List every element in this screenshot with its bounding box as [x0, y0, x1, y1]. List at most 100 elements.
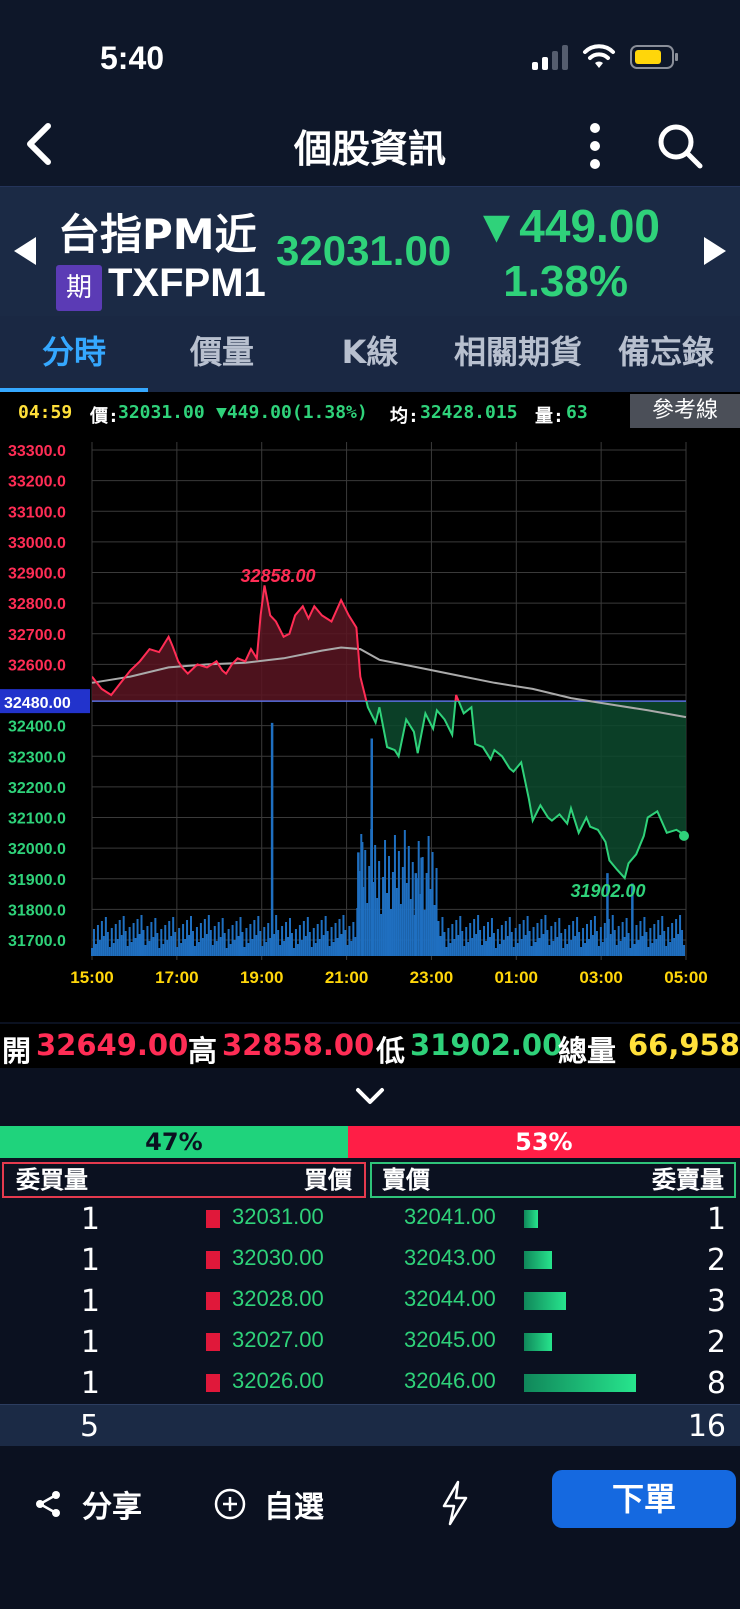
bid-volume: 1: [80, 1202, 100, 1237]
bid-price: 32031.00: [232, 1204, 324, 1229]
status-bar: 5:40: [0, 0, 740, 110]
buy-sell-ratio-bar: 47% 53%: [0, 1126, 740, 1158]
tab-memo[interactable]: 備忘錄: [592, 316, 740, 392]
lightning-icon[interactable]: [440, 1480, 470, 1526]
y-axis-tick-label: 32600.0: [8, 657, 66, 674]
orderbook-row[interactable]: 1 32026.00 32046.00 8: [0, 1364, 740, 1404]
share-label: 分享: [82, 1490, 142, 1525]
orderbook-bid-header: 委買量 買價: [2, 1162, 366, 1198]
y-axis-tick-label: 33300.0: [8, 443, 66, 460]
bid-volume-bar: [206, 1333, 220, 1351]
add-watchlist-button[interactable]: 自選: [214, 1482, 324, 1526]
bid-volume-header: 委買量: [16, 1166, 88, 1194]
info-volume-value: 63: [566, 402, 588, 423]
bid-volume: 1: [80, 1243, 100, 1278]
expand-section: [0, 1068, 740, 1126]
bid-volume: 1: [80, 1325, 100, 1360]
ask-volume-bar: [524, 1210, 538, 1228]
ask-price: 32043.00: [404, 1245, 496, 1270]
tab-intraday[interactable]: 分時: [0, 316, 148, 392]
total-volume-label: 總量: [558, 1034, 617, 1068]
y-axis-tick-label: 32900.0: [8, 566, 66, 583]
bid-price: 32027.00: [232, 1327, 324, 1352]
bid-price-header: 買價: [304, 1166, 352, 1194]
high-label: 高: [188, 1034, 218, 1068]
bid-volume: 1: [80, 1366, 100, 1401]
status-time: 5:40: [100, 40, 165, 76]
page-title: 個股資訊: [293, 127, 446, 171]
orderbook-row[interactable]: 1 32031.00 32041.00 1: [0, 1200, 740, 1240]
x-axis-tick-label: 17:00: [155, 968, 198, 987]
bid-price: 32030.00: [232, 1245, 324, 1270]
low-price-annotation: 31902.00: [570, 881, 645, 901]
orderbook-row[interactable]: 1 32027.00 32045.00 2: [0, 1323, 740, 1363]
orderbook-row[interactable]: 1 32028.00 32044.00 3: [0, 1282, 740, 1322]
x-axis-tick-label: 15:00: [70, 968, 113, 987]
chevron-down-icon[interactable]: [0, 1068, 740, 1126]
search-icon[interactable]: [652, 118, 708, 174]
y-axis-tick-label: 31800.0: [8, 902, 66, 919]
high-price-annotation: 32858.00: [240, 566, 315, 586]
info-avg-value: 32428.015: [420, 402, 518, 423]
ask-volume: 1: [706, 1202, 726, 1237]
total-volume-value: 66,958: [628, 1028, 740, 1062]
add-circle-icon: [214, 1488, 246, 1520]
navigation-bar: 個股資訊: [0, 100, 740, 186]
price-area-below-reference: [92, 701, 686, 879]
ask-volume: 8: [706, 1366, 726, 1401]
more-vertical-icon[interactable]: [580, 118, 610, 174]
y-axis-tick-label: 33200.0: [8, 474, 66, 491]
orderbook-ask-header: 賣價 委賣量: [370, 1162, 736, 1198]
x-axis-tick-label: 03:00: [579, 968, 622, 987]
ask-price: 32045.00: [404, 1327, 496, 1352]
current-price: 32031.00: [276, 227, 452, 274]
x-axis-tick-label: 19:00: [240, 968, 283, 987]
battery-icon: [630, 45, 678, 69]
place-order-button[interactable]: 下單: [552, 1470, 736, 1528]
ask-volume-header: 委賣量: [652, 1166, 724, 1194]
intraday-chart[interactable]: 32858.00 31902.00 33300.0 33200.0 33100.0 330…: [0, 432, 740, 1022]
low-value: 31902.00: [410, 1028, 563, 1062]
cellular-signal-icon: [532, 44, 568, 70]
stock-header: 台指PM近 期 TXFPM1 32031.00 ▼449.00 1.38%: [0, 186, 740, 316]
ask-price: 32041.00: [404, 1204, 496, 1229]
ask-price: 32046.00: [404, 1368, 496, 1393]
share-button[interactable]: 分享: [34, 1482, 142, 1526]
tab-related-futures[interactable]: 相關期貨: [444, 316, 592, 392]
wifi-icon: [583, 44, 615, 68]
orderbook-row[interactable]: 1 32030.00 32043.00 2: [0, 1241, 740, 1281]
next-stock-arrow-icon[interactable]: [704, 237, 726, 265]
reference-line-button[interactable]: 參考線: [630, 394, 740, 428]
orderbook-totals: 5 16: [0, 1404, 740, 1446]
ask-volume: 2: [706, 1243, 726, 1278]
intraday-chart-svg: 32858.00 31902.00 33300.0 33200.0 33100.0 330…: [0, 442, 708, 987]
bid-price: 32028.00: [232, 1286, 324, 1311]
x-axis-tick-label: 05:00: [664, 968, 707, 987]
ask-volume: 2: [706, 1325, 726, 1360]
bid-volume-bar: [206, 1292, 220, 1310]
low-label: 低: [376, 1034, 406, 1068]
y-axis-tick-label: 32800.0: [8, 596, 66, 613]
bid-price: 32026.00: [232, 1368, 324, 1393]
open-value: 32649.00: [36, 1028, 189, 1062]
x-axis-tick-label: 21:00: [325, 968, 368, 987]
buy-ratio: 47%: [0, 1126, 348, 1158]
bid-volume: 1: [80, 1284, 100, 1319]
ask-total: 16: [687, 1409, 726, 1444]
bid-volume-bar: [206, 1210, 220, 1228]
y-axis-tick-label: 32400.0: [8, 719, 66, 736]
open-label: 開: [2, 1034, 32, 1068]
share-icon: [36, 1491, 60, 1517]
price-change: ▼449.00: [473, 200, 660, 252]
tab-price-volume[interactable]: 價量: [148, 316, 296, 392]
stock-type-badge: 期: [56, 265, 102, 311]
bid-volume-bar: [206, 1374, 220, 1392]
price-change-percent: 1.38%: [503, 257, 628, 306]
bid-total: 5: [80, 1409, 100, 1444]
y-axis-tick-label: 32100.0: [8, 811, 66, 828]
sell-ratio: 53%: [347, 1126, 740, 1158]
info-price-label: 價:: [90, 406, 119, 427]
previous-stock-arrow-icon[interactable]: [14, 237, 36, 265]
tab-k-line[interactable]: K線: [296, 316, 444, 392]
last-price-dot: [679, 830, 689, 841]
